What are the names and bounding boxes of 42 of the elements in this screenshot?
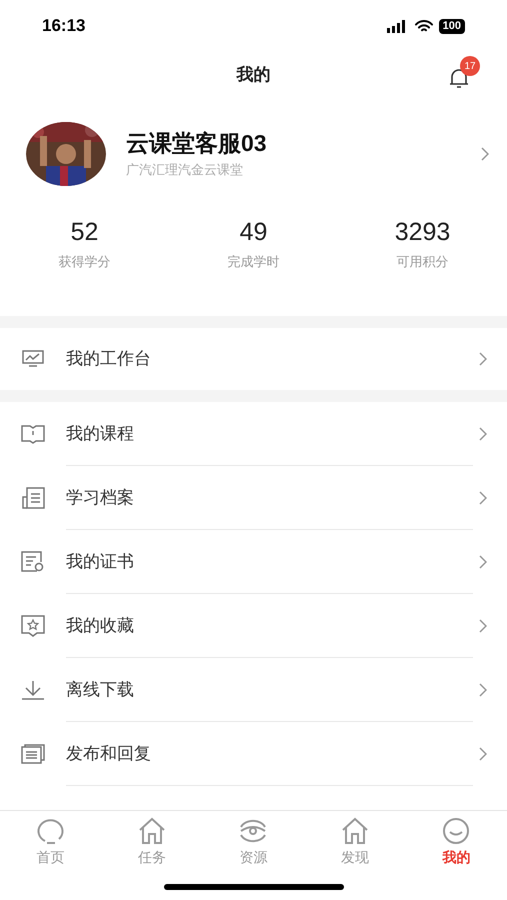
notification-badge: 17 [460, 56, 480, 76]
stat-label: 可用积分 [396, 253, 448, 271]
menu-item[interactable]: 发布和回复 [0, 722, 507, 786]
stat-value: 3293 [394, 217, 450, 248]
user-name: 云课堂客服03 [126, 129, 268, 158]
stat-label: 获得学分 [58, 253, 110, 271]
chevron-icon [479, 555, 487, 569]
status-time: 16:13 [42, 15, 86, 38]
profile-row[interactable]: 云课堂客服03 广汽汇理汽金云课堂 [0, 104, 507, 204]
chevron-icon [479, 491, 487, 505]
book-icon [21, 424, 45, 444]
home-icon [340, 817, 370, 845]
menu-item[interactable]: 我的证书 [0, 530, 507, 594]
smile-icon [441, 817, 472, 845]
page-title: 我的 [236, 64, 270, 86]
document-icon [21, 487, 45, 509]
chat-icon [36, 817, 66, 845]
menu-item[interactable]: 学习档案 [0, 466, 507, 530]
chevron-icon [479, 352, 487, 366]
download-icon [21, 680, 45, 700]
workbench-row[interactable]: 我的工作台 [0, 328, 507, 390]
chevron-icon [481, 147, 489, 161]
chevron-icon [479, 427, 487, 441]
battery-indicator: 100 [438, 18, 465, 34]
chevron-icon [479, 747, 487, 761]
eye-icon [238, 817, 268, 845]
monitor-icon [22, 350, 44, 368]
certificate-icon [21, 551, 45, 573]
stat-value: 49 [240, 217, 268, 248]
wifi-icon [414, 20, 433, 32]
menu-item[interactable]: 我的课程 [0, 402, 507, 466]
home-icon [137, 817, 168, 845]
star-icon [21, 615, 45, 637]
list-icon [21, 744, 45, 764]
chevron-icon [479, 619, 487, 633]
tab-item[interactable]: 我的 [406, 817, 507, 869]
menu-item[interactable]: 离线下载 [0, 658, 507, 722]
organization-name: 广汽汇理汽金云课堂 [126, 161, 244, 180]
menu-item[interactable]: 我的收藏 [0, 594, 507, 658]
chevron-icon [479, 683, 487, 697]
stat-label: 完成学时 [228, 253, 280, 271]
stat-value: 52 [70, 217, 98, 248]
